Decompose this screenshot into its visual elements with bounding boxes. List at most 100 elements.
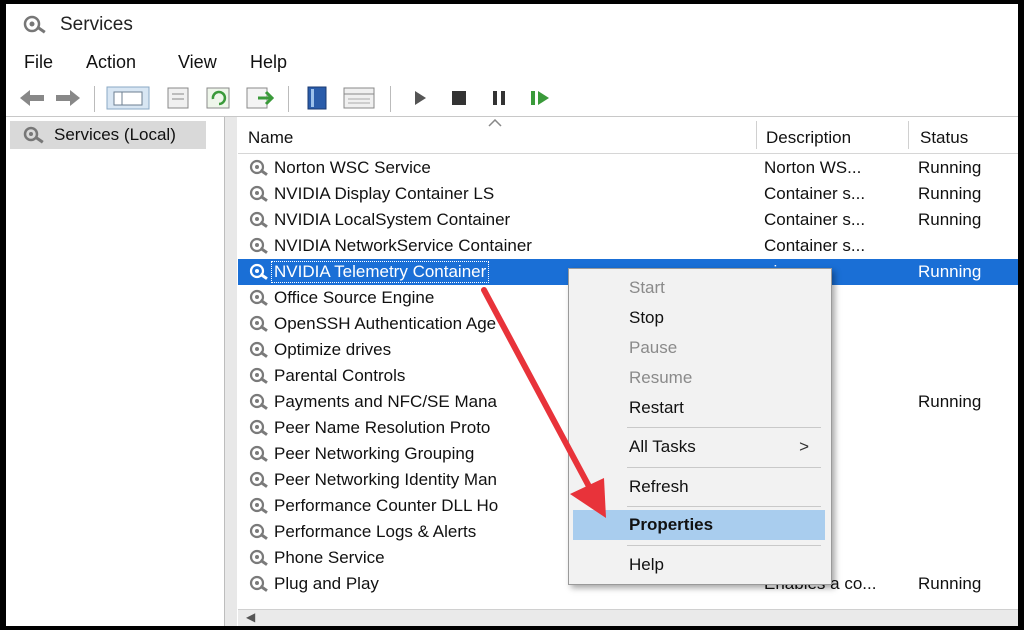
pause-service-icon[interactable] [488, 86, 510, 110]
services-gear-icon [23, 15, 46, 34]
service-status: Running [918, 184, 982, 203]
context-menu-all-tasks[interactable]: All Tasks > [573, 432, 825, 462]
context-menu-help[interactable]: Help [573, 550, 825, 580]
service-name: NVIDIA NetworkService Container [274, 236, 532, 255]
service-gear-icon [249, 159, 268, 176]
toolbar [6, 80, 1018, 117]
service-gear-icon [249, 471, 268, 488]
service-status: Running [918, 210, 982, 229]
service-name: Peer Networking Identity Man [274, 470, 497, 489]
menu-action[interactable]: Action [86, 52, 136, 73]
splitter[interactable] [225, 117, 237, 626]
service-gear-icon [249, 445, 268, 462]
context-menu-start[interactable]: Start [573, 273, 825, 303]
window-title: Services [60, 14, 133, 35]
menu-view[interactable]: View [178, 52, 217, 73]
menu-file[interactable]: File [24, 52, 53, 73]
column-separator[interactable] [908, 121, 909, 149]
table-row[interactable]: NVIDIA LocalSystem Container Container s.… [238, 207, 1018, 233]
submenu-chevron-icon: > [799, 437, 809, 456]
tree-item-label: Services (Local) [54, 125, 176, 144]
services-gear-icon [23, 126, 44, 144]
service-name: Plug and Play [274, 574, 379, 593]
service-description: Container s... [764, 236, 866, 255]
service-name: Peer Name Resolution Proto [274, 418, 491, 437]
service-gear-icon [249, 289, 268, 306]
back-arrow-icon[interactable] [16, 86, 48, 110]
refresh-icon[interactable] [204, 86, 234, 110]
start-service-icon[interactable] [410, 86, 430, 110]
show-action-pane-icon[interactable] [342, 86, 376, 110]
context-menu-properties[interactable]: Properties [573, 510, 825, 540]
service-gear-icon [249, 549, 268, 566]
service-gear-icon [249, 315, 268, 332]
service-name: Performance Counter DLL Ho [274, 496, 499, 515]
toolbar-separator [390, 86, 391, 112]
context-menu-separator [627, 427, 821, 428]
table-row[interactable]: NVIDIA NetworkService Container Container… [238, 233, 1018, 259]
services-window: Services File Action View Help Services … [6, 4, 1018, 626]
export-list-icon[interactable] [244, 86, 274, 110]
service-name: NVIDIA Display Container LS [274, 184, 495, 203]
context-menu-separator [627, 506, 821, 507]
sort-caret-icon [488, 119, 502, 127]
title-bar: Services [6, 4, 1018, 46]
service-name: Parental Controls [274, 366, 406, 385]
column-separator[interactable] [756, 121, 757, 149]
context-menu-separator [627, 467, 821, 468]
service-name: Optimize drives [274, 340, 392, 359]
service-gear-icon [249, 367, 268, 384]
scroll-left-arrow-icon[interactable]: ◀ [246, 610, 255, 624]
service-name: NVIDIA Telemetry Container [270, 261, 490, 283]
service-gear-icon [249, 263, 268, 280]
service-name: OpenSSH Authentication Age [274, 314, 497, 333]
service-description: Norton WS... [764, 158, 862, 177]
context-menu-pause[interactable]: Pause [573, 333, 825, 363]
context-menu: Start Stop Pause Resume Restart All Task… [568, 268, 832, 585]
service-name: Office Source Engine [274, 288, 435, 307]
context-menu-stop[interactable]: Stop [573, 303, 825, 333]
service-gear-icon [249, 211, 268, 228]
service-status: Running [918, 262, 982, 281]
service-status: Running [918, 158, 982, 177]
service-gear-icon [249, 341, 268, 358]
service-description: Container s... [764, 184, 866, 203]
properties-sheet-icon[interactable] [164, 86, 192, 110]
context-menu-refresh[interactable]: Refresh [573, 472, 825, 502]
service-status: Running [918, 392, 982, 411]
service-name: Norton WSC Service [274, 158, 431, 177]
console-tree: Services (Local) [6, 117, 225, 626]
service-gear-icon [249, 393, 268, 410]
column-header-status[interactable]: Status [920, 128, 968, 148]
menu-help[interactable]: Help [250, 52, 287, 73]
service-description: Container s... [764, 210, 866, 229]
service-gear-icon [249, 185, 268, 202]
horizontal-scrollbar[interactable]: ◀ [238, 609, 1018, 626]
help-book-icon[interactable] [304, 86, 330, 110]
service-name: Performance Logs & Alerts [274, 522, 477, 541]
service-gear-icon [249, 497, 268, 514]
restart-service-icon[interactable] [528, 86, 552, 110]
context-menu-restart[interactable]: Restart [573, 393, 825, 423]
menu-bar: File Action View Help [6, 48, 1018, 78]
table-row[interactable]: NVIDIA Display Container LS Container s..… [238, 181, 1018, 207]
context-menu-resume[interactable]: Resume [573, 363, 825, 393]
column-header-name[interactable]: Name [248, 128, 293, 148]
forward-arrow-icon[interactable] [52, 86, 84, 110]
service-gear-icon [249, 419, 268, 436]
list-header: Name Description Status [238, 117, 1018, 154]
table-row[interactable]: Norton WSC Service Norton WS... Running [238, 155, 1018, 181]
service-status: Running [918, 574, 982, 593]
stop-service-icon[interactable] [448, 86, 470, 110]
service-name: NVIDIA LocalSystem Container [274, 210, 511, 229]
service-gear-icon [249, 237, 268, 254]
show-console-tree-icon[interactable] [106, 86, 150, 110]
service-gear-icon [249, 523, 268, 540]
toolbar-separator [288, 86, 289, 112]
service-name: Phone Service [274, 548, 385, 567]
toolbar-separator [94, 86, 95, 112]
service-gear-icon [249, 575, 268, 592]
column-header-description[interactable]: Description [766, 128, 851, 148]
tree-item-services-local[interactable]: Services (Local) [10, 121, 206, 149]
context-menu-separator [627, 545, 821, 546]
